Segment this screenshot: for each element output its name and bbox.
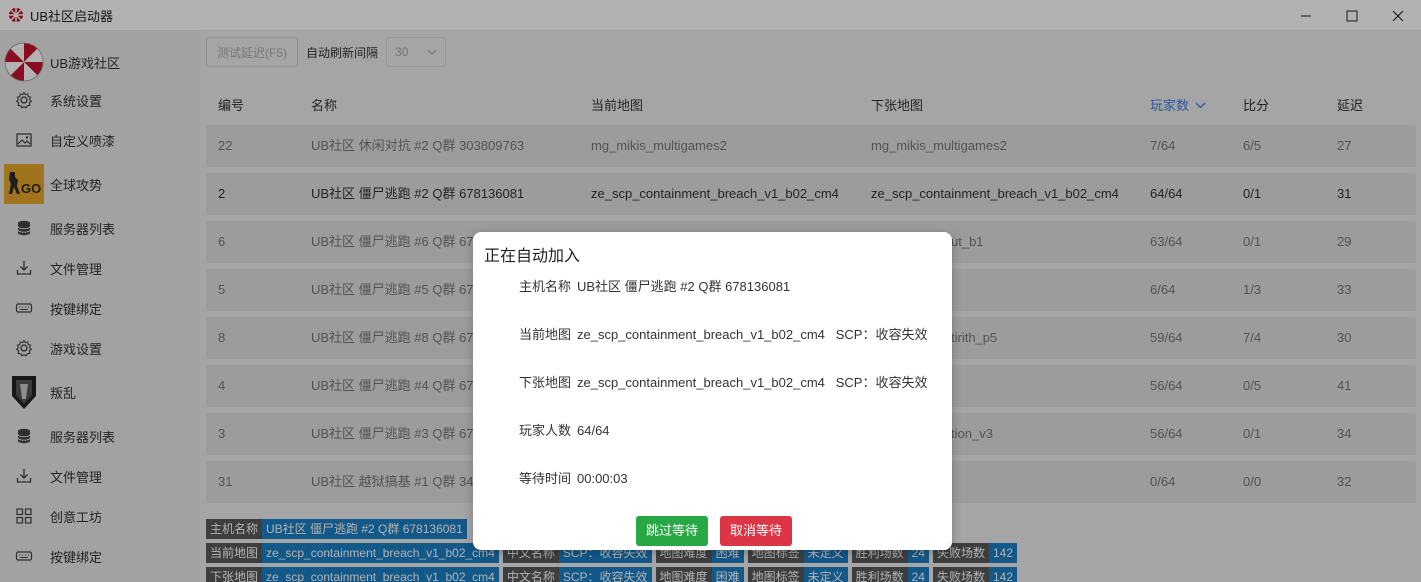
skip-wait-button[interactable]: 跳过等待 [636, 516, 709, 546]
dialog-players-label: 玩家人数 [519, 423, 572, 438]
dialog-wait-value: 00:00:03 [577, 471, 628, 486]
dialog-wait-label: 等待时间 [519, 471, 572, 486]
dialog-map-value: ze_scp_containment_breach_v1_b02_cm4 SCP… [577, 327, 928, 342]
cancel-wait-button[interactable]: 取消等待 [720, 516, 793, 546]
dialog-wait-row: 等待时间 00:00:03 [519, 468, 628, 487]
dialog-next-map-value: ze_scp_containment_breach_v1_b02_cm4 SCP… [577, 375, 928, 390]
dialog-next-map-label: 下张地图 [519, 375, 572, 390]
dialog-title: 正在自动加入 [484, 248, 581, 265]
dialog-players-row: 玩家人数 64/64 [519, 420, 610, 439]
dialog-players-value: 64/64 [577, 423, 610, 438]
dialog-host-label: 主机名称 [519, 279, 572, 294]
dialog-host-value: UB社区 僵尸逃跑 #2 Q群 678136081 [577, 279, 791, 294]
dialog-host-row: 主机名称 UB社区 僵尸逃跑 #2 Q群 678136081 [519, 276, 790, 295]
dialog-map-label: 当前地图 [519, 327, 572, 342]
auto-join-dialog: 正在自动加入 主机名称 UB社区 僵尸逃跑 #2 Q群 678136081 当前地… [473, 232, 952, 550]
dialog-next-map-row: 下张地图 ze_scp_containment_breach_v1_b02_cm4… [519, 372, 927, 391]
dialog-map-row: 当前地图 ze_scp_containment_breach_v1_b02_cm4… [519, 324, 927, 343]
